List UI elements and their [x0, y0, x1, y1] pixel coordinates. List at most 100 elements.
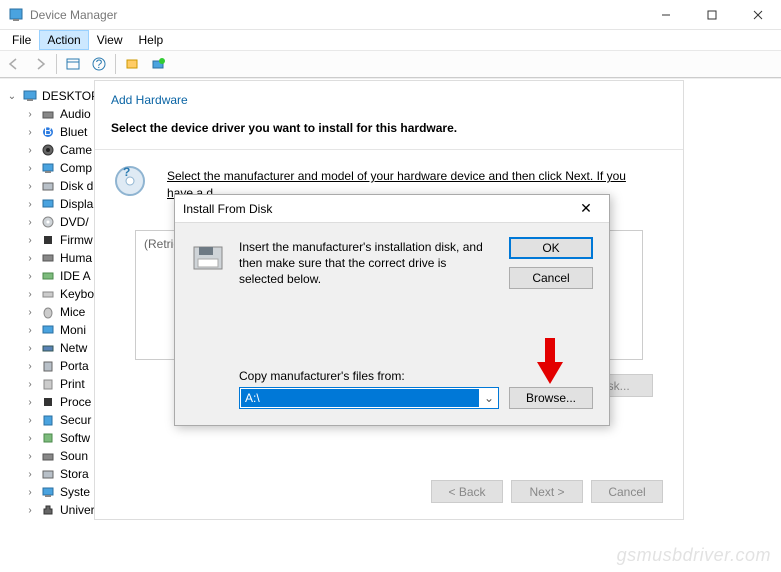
expand-icon[interactable]: ›	[24, 217, 36, 228]
device-category-icon	[40, 286, 56, 302]
tree-item-label: Porta	[60, 359, 89, 373]
wizard-header: Add Hardware	[95, 81, 683, 113]
close-button[interactable]	[735, 0, 781, 30]
disc-icon: ?	[113, 164, 147, 201]
tree-item-label: DVD/	[60, 215, 89, 229]
tree-item-label: Stora	[60, 467, 89, 481]
app-icon	[8, 7, 24, 23]
expand-icon[interactable]: ›	[24, 235, 36, 246]
tree-item-label: Comp	[60, 161, 92, 175]
device-category-icon	[40, 466, 56, 482]
svg-text:?: ?	[96, 57, 103, 71]
copy-files-label: Copy manufacturer's files from:	[239, 369, 593, 383]
path-combobox[interactable]: A:\ ⌄	[239, 387, 499, 409]
device-category-icon	[40, 250, 56, 266]
device-category-icon	[40, 412, 56, 428]
expand-icon[interactable]: ›	[24, 433, 36, 444]
minimize-button[interactable]	[643, 0, 689, 30]
device-category-icon	[40, 358, 56, 374]
tree-root-label: DESKTOP	[42, 89, 99, 103]
tree-item-label: Mice	[60, 305, 85, 319]
expand-icon[interactable]: ›	[24, 451, 36, 462]
menu-action[interactable]: Action	[39, 30, 88, 50]
forward-icon	[28, 52, 52, 76]
tree-item-label: Came	[60, 143, 92, 157]
device-category-icon	[40, 178, 56, 194]
tree-item-label: IDE A	[60, 269, 91, 283]
expand-icon[interactable]: ›	[24, 325, 36, 336]
tree-item-label: Disk d	[60, 179, 93, 193]
expand-icon[interactable]: ›	[24, 361, 36, 372]
expand-icon[interactable]: ›	[24, 487, 36, 498]
toolbar: ?	[0, 50, 781, 78]
browse-button[interactable]: Browse...	[509, 387, 593, 409]
device-category-icon	[40, 268, 56, 284]
add-hardware-icon[interactable]	[146, 52, 170, 76]
expand-icon[interactable]: ›	[24, 271, 36, 282]
toolbar-separator	[115, 54, 116, 74]
ok-button[interactable]: OK	[509, 237, 593, 259]
menu-file[interactable]: File	[4, 30, 39, 50]
dialog-instruction: Insert the manufacturer's installation d…	[239, 239, 493, 288]
tree-item-label: Keybo	[60, 287, 94, 301]
help-icon[interactable]: ?	[87, 52, 111, 76]
show-hide-icon[interactable]	[61, 52, 85, 76]
tree-item-label: Moni	[60, 323, 86, 337]
expand-icon[interactable]: ›	[24, 199, 36, 210]
expand-icon[interactable]: ›	[24, 469, 36, 480]
device-category-icon	[40, 142, 56, 158]
tree-item-label: Firmw	[60, 233, 93, 247]
window-title: Device Manager	[30, 8, 643, 22]
path-value[interactable]: A:\	[241, 389, 479, 407]
expand-icon[interactable]: ›	[24, 307, 36, 318]
expand-icon[interactable]: ›	[24, 397, 36, 408]
wizard-title: Select the device driver you want to ins…	[95, 113, 683, 150]
expand-icon[interactable]: ›	[24, 109, 36, 120]
device-category-icon	[40, 160, 56, 176]
computer-icon	[22, 88, 38, 104]
dialog-close-button[interactable]: ✕	[571, 200, 601, 217]
maximize-button[interactable]	[689, 0, 735, 30]
expand-icon[interactable]: ›	[24, 127, 36, 138]
cancel-button[interactable]: Cancel	[509, 267, 593, 289]
device-category-icon	[40, 340, 56, 356]
device-category-icon	[40, 304, 56, 320]
device-category-icon	[40, 196, 56, 212]
svg-text:?: ?	[123, 165, 130, 179]
cancel-button[interactable]: Cancel	[591, 480, 663, 503]
device-category-icon	[40, 106, 56, 122]
menu-help[interactable]: Help	[131, 30, 172, 50]
wizard-buttons: < Back Next > Cancel	[431, 480, 663, 503]
expand-icon[interactable]: ›	[24, 505, 36, 516]
dialog-title: Install From Disk	[183, 202, 571, 216]
expand-icon[interactable]: ›	[24, 145, 36, 156]
tree-item-label: Print	[60, 377, 85, 391]
device-category-icon	[40, 322, 56, 338]
dialog-titlebar: Install From Disk ✕	[175, 195, 609, 223]
menu-view[interactable]: View	[89, 30, 131, 50]
device-category-icon	[40, 394, 56, 410]
expand-icon[interactable]: ›	[24, 163, 36, 174]
scan-hardware-icon[interactable]	[120, 52, 144, 76]
floppy-icon	[191, 241, 225, 278]
tree-item-label: Displa	[60, 197, 93, 211]
expand-icon[interactable]: ›	[24, 289, 36, 300]
expand-icon[interactable]: ›	[24, 253, 36, 264]
tree-item-label: Syste	[60, 485, 90, 499]
collapse-icon[interactable]: ⌄	[6, 91, 18, 102]
device-category-icon	[40, 376, 56, 392]
expand-icon[interactable]: ›	[24, 415, 36, 426]
tree-item-label: Bluet	[60, 125, 87, 139]
expand-icon[interactable]: ›	[24, 379, 36, 390]
expand-icon[interactable]: ›	[24, 181, 36, 192]
install-from-disk-dialog: Install From Disk ✕ Insert the manufactu…	[174, 194, 610, 426]
watermark: gsmusbdriver.com	[617, 545, 771, 566]
device-category-icon	[40, 232, 56, 248]
chevron-down-icon[interactable]: ⌄	[480, 391, 498, 405]
tree-item-label: Softw	[60, 431, 90, 445]
tree-item-label: Netw	[60, 341, 87, 355]
svg-text:B: B	[44, 125, 52, 138]
back-button[interactable]: < Back	[431, 480, 503, 503]
next-button[interactable]: Next >	[511, 480, 583, 503]
expand-icon[interactable]: ›	[24, 343, 36, 354]
